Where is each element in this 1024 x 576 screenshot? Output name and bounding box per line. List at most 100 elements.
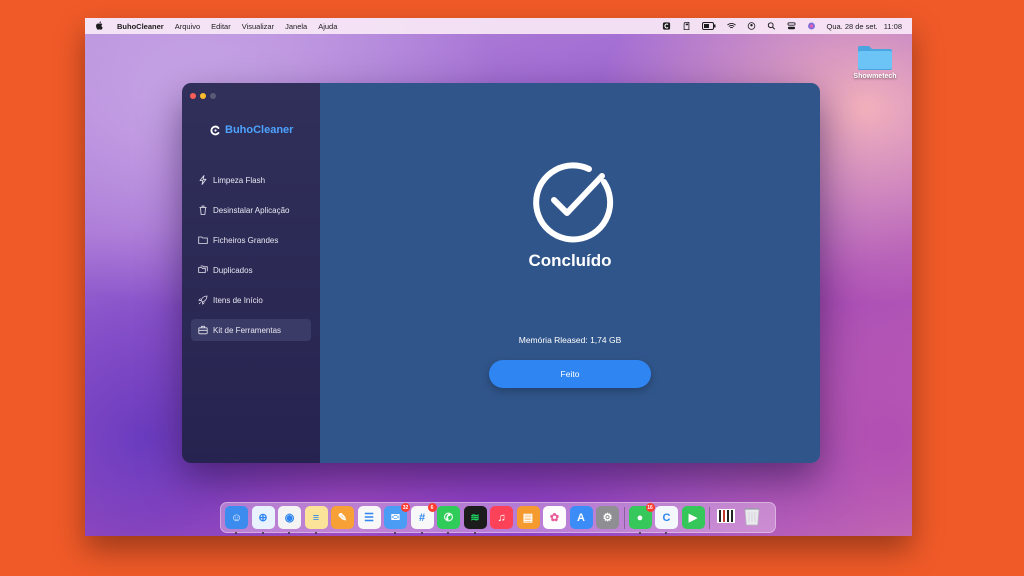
sidebar-nav: Limpeza Flash Desinstalar Aplicação Fich… (191, 169, 311, 349)
dock-app-slack[interactable]: #6 (410, 503, 437, 534)
dock-app-chrome[interactable]: ◉ (278, 506, 301, 534)
buhocleaner-icon[interactable] (662, 22, 671, 30)
books-icon: ▤ (522, 512, 534, 524)
menu-clock[interactable]: Qua. 28 de set. 11:08 (826, 22, 902, 31)
dock-app-app-store[interactable]: A (569, 506, 593, 529)
dock-app-pages[interactable]: ✎ (331, 506, 354, 529)
buhocleaner-logo-icon (210, 125, 220, 135)
menu-app-name[interactable]: BuhoCleaner (117, 22, 164, 31)
toolbox-icon (198, 325, 208, 335)
minimize-window-button[interactable] (200, 93, 206, 99)
dock-app-notes[interactable]: ≡ (304, 506, 328, 534)
dock: ☺ ⊕ ◉ ≡ ✎ ☰ ✉ 32 #6 ✆ ≋ ♫ ▤ ✿ A ⚙ ● 16 C ▶ (220, 502, 776, 534)
dock-stack[interactable] (714, 506, 737, 529)
reminders-icon: ☰ (364, 512, 374, 524)
running-indicator (314, 532, 317, 534)
dock-app-messages[interactable]: ● 16 (628, 503, 655, 534)
menu-bar: BuhoCleaner Arquivo Editar Visualizar Ja… (85, 18, 912, 34)
menu-arquivo[interactable]: Arquivo (175, 22, 200, 31)
main-panel: Concluído Memória Rleased: 1,74 GB Feito (320, 83, 820, 463)
user-icon[interactable] (747, 22, 756, 30)
dock-app-whatsapp[interactable]: ✆ (437, 506, 460, 534)
sidebar-item-ficheiros-grandes[interactable]: Ficheiros Grandes (191, 229, 311, 251)
running-indicator (447, 532, 449, 534)
trash-can-icon (744, 506, 760, 529)
running-indicator (420, 532, 423, 534)
siri-icon[interactable] (807, 22, 816, 30)
notification-badge: 16 (645, 503, 655, 512)
sidebar-item-label: Limpeza Flash (213, 175, 266, 185)
desktop-folder[interactable]: Showmetech (847, 44, 903, 80)
dock-trash-can[interactable] (741, 506, 764, 529)
running-indicator (261, 532, 264, 534)
whatsapp-icon: ✆ (443, 512, 454, 524)
sd-card-icon[interactable] (682, 22, 691, 30)
brand-name: BuhoCleaner (225, 124, 294, 136)
running-indicator (394, 532, 396, 534)
running-indicator (235, 532, 237, 534)
sidebar-item-label: Duplicados (213, 265, 253, 275)
dock-separator (709, 506, 710, 529)
dock-app-safari[interactable]: ⊕ (251, 506, 275, 534)
sidebar-item-desinstalar-aplicacao[interactable]: Desinstalar Aplicação (191, 199, 311, 221)
dock-app-books[interactable]: ▤ (516, 506, 540, 529)
notification-badge: 6 (427, 503, 437, 512)
sidebar-item-label: Itens de Início (213, 295, 263, 305)
menu-visualizar[interactable]: Visualizar (242, 22, 274, 31)
notes-icon: ≡ (312, 511, 320, 524)
search-icon[interactable] (767, 22, 776, 30)
pages-icon: ✎ (337, 512, 348, 524)
dock-app-buhocleaner-dock[interactable]: C (655, 506, 678, 534)
messages-icon: ● (636, 511, 644, 524)
sidebar-item-duplicados[interactable]: Duplicados (191, 259, 311, 281)
sidebar-item-label: Kit de Ferramentas (213, 325, 282, 335)
desktop-screen: BuhoCleaner Arquivo Editar Visualizar Ja… (85, 18, 912, 536)
memory-released-text: Memória Rleased: 1,74 GB (518, 335, 622, 345)
dock-app-spotify[interactable]: ≋ (463, 506, 487, 534)
sidebar-item-kit-de-ferramentas[interactable]: Kit de Ferramentas (191, 319, 311, 341)
checkmark-circle-icon (533, 162, 614, 243)
safari-icon: ⊕ (258, 512, 268, 524)
duplicate-folder-icon (198, 265, 208, 275)
desktop-folder-label: Showmetech (853, 73, 897, 80)
battery-icon[interactable] (702, 22, 716, 30)
slack-icon: # (418, 511, 426, 524)
menu-time: 11:08 (883, 21, 902, 31)
bolt-icon (198, 175, 208, 185)
photos-icon: ✿ (549, 512, 560, 524)
zoom-window-button[interactable] (210, 93, 216, 99)
facetime-icon: ▶ (688, 512, 698, 524)
menu-janela[interactable]: Janela (285, 22, 307, 31)
close-window-button[interactable] (190, 93, 196, 99)
dock-app-reminders[interactable]: ☰ (357, 506, 381, 529)
status-title: Concluído (528, 251, 612, 270)
running-indicator (288, 532, 290, 534)
music-icon: ♫ (497, 511, 506, 524)
dock-app-music[interactable]: ♫ (490, 506, 513, 529)
buhocleaner-dock-icon: C (662, 511, 671, 524)
buhocleaner-window: BuhoCleaner Limpeza Flash Desinstalar Ap… (182, 83, 820, 463)
menu-editar[interactable]: Editar (211, 22, 231, 31)
running-indicator (638, 532, 641, 534)
sidebar: BuhoCleaner Limpeza Flash Desinstalar Ap… (182, 83, 320, 463)
dock-app-system-preferences[interactable]: ⚙ (596, 506, 619, 529)
dock-app-finder[interactable]: ☺ (225, 506, 248, 534)
menu-ajuda[interactable]: Ajuda (318, 22, 337, 31)
control-center-icon[interactable] (787, 22, 796, 30)
folder-icon (198, 235, 208, 245)
trash-icon (198, 205, 208, 215)
dock-app-mail[interactable]: ✉ 32 (384, 503, 410, 534)
dock-app-facetime[interactable]: ▶ (681, 506, 705, 529)
apple-menu-icon[interactable] (95, 21, 103, 32)
rocket-icon (198, 295, 208, 305)
done-button[interactable]: Feito (489, 360, 651, 388)
sidebar-item-limpeza-flash[interactable]: Limpeza Flash (191, 169, 311, 191)
wifi-icon[interactable] (727, 22, 737, 30)
system-preferences-icon: ⚙ (602, 512, 613, 524)
brand: BuhoCleaner (210, 124, 293, 136)
sidebar-item-itens-de-inicio[interactable]: Itens de Início (191, 289, 311, 311)
chrome-icon: ◉ (284, 512, 295, 524)
dock-app-photos[interactable]: ✿ (543, 506, 566, 529)
window-controls (190, 93, 220, 99)
spotify-icon: ≋ (470, 512, 480, 524)
